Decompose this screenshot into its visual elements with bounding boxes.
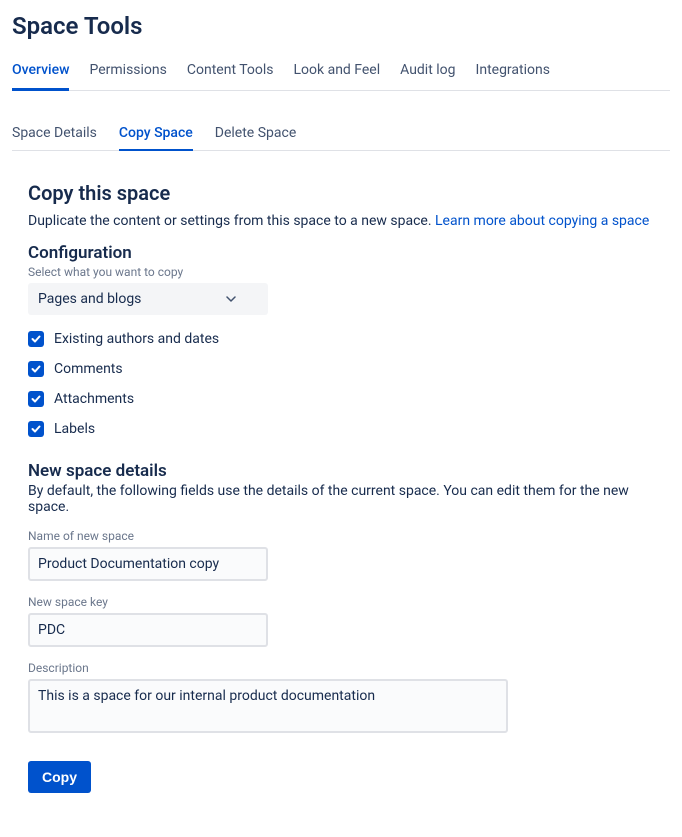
name-label: Name of new space: [28, 529, 670, 543]
field-group-name: Name of new space: [28, 529, 670, 581]
checkbox-authors[interactable]: [28, 331, 44, 347]
configuration-hint: Select what you want to copy: [28, 265, 670, 279]
copy-space-section: Copy this space Duplicate the content or…: [28, 181, 670, 793]
page-title: Space Tools: [12, 12, 670, 40]
learn-more-link[interactable]: Learn more about copying a space: [435, 213, 649, 229]
details-description: By default, the following fields use the…: [28, 483, 670, 515]
description-label: Description: [28, 661, 670, 675]
checkbox-comments[interactable]: [28, 361, 44, 377]
tab-content-tools[interactable]: Content Tools: [187, 54, 274, 91]
subtab-space-details[interactable]: Space Details: [12, 119, 97, 151]
copy-description: Duplicate the content or settings from t…: [28, 213, 670, 229]
copy-type-value: Pages and blogs: [38, 291, 141, 307]
checkbox-authors-label: Existing authors and dates: [54, 331, 219, 347]
checkbox-row-authors: Existing authors and dates: [28, 331, 670, 347]
copy-heading: Copy this space: [28, 181, 670, 205]
checkbox-attachments-label: Attachments: [54, 391, 134, 407]
tab-audit-log[interactable]: Audit log: [400, 54, 455, 91]
copy-description-text: Duplicate the content or settings from t…: [28, 213, 435, 229]
configuration-heading: Configuration: [28, 243, 670, 263]
checkbox-labels-label: Labels: [54, 421, 95, 437]
key-label: New space key: [28, 595, 670, 609]
tab-integrations[interactable]: Integrations: [476, 54, 550, 91]
tab-overview[interactable]: Overview: [12, 54, 69, 91]
tab-look-and-feel[interactable]: Look and Feel: [294, 54, 381, 91]
tabs-primary: Overview Permissions Content Tools Look …: [12, 54, 670, 91]
checkbox-comments-label: Comments: [54, 361, 123, 377]
checkbox-row-comments: Comments: [28, 361, 670, 377]
copy-button[interactable]: Copy: [28, 761, 91, 793]
checkbox-row-labels: Labels: [28, 421, 670, 437]
chevron-down-icon: [226, 294, 236, 304]
name-input[interactable]: [28, 547, 268, 581]
checkbox-labels[interactable]: [28, 421, 44, 437]
checkbox-attachments[interactable]: [28, 391, 44, 407]
copy-type-select[interactable]: Pages and blogs: [28, 283, 268, 315]
checkbox-row-attachments: Attachments: [28, 391, 670, 407]
subtab-delete-space[interactable]: Delete Space: [215, 119, 296, 151]
tab-permissions[interactable]: Permissions: [89, 54, 166, 91]
details-heading: New space details: [28, 461, 670, 481]
description-textarea[interactable]: [28, 679, 508, 733]
tabs-secondary: Space Details Copy Space Delete Space: [12, 119, 670, 151]
subtab-copy-space[interactable]: Copy Space: [119, 119, 193, 151]
field-group-description: Description: [28, 661, 670, 737]
key-input[interactable]: [28, 613, 268, 647]
field-group-key: New space key: [28, 595, 670, 647]
